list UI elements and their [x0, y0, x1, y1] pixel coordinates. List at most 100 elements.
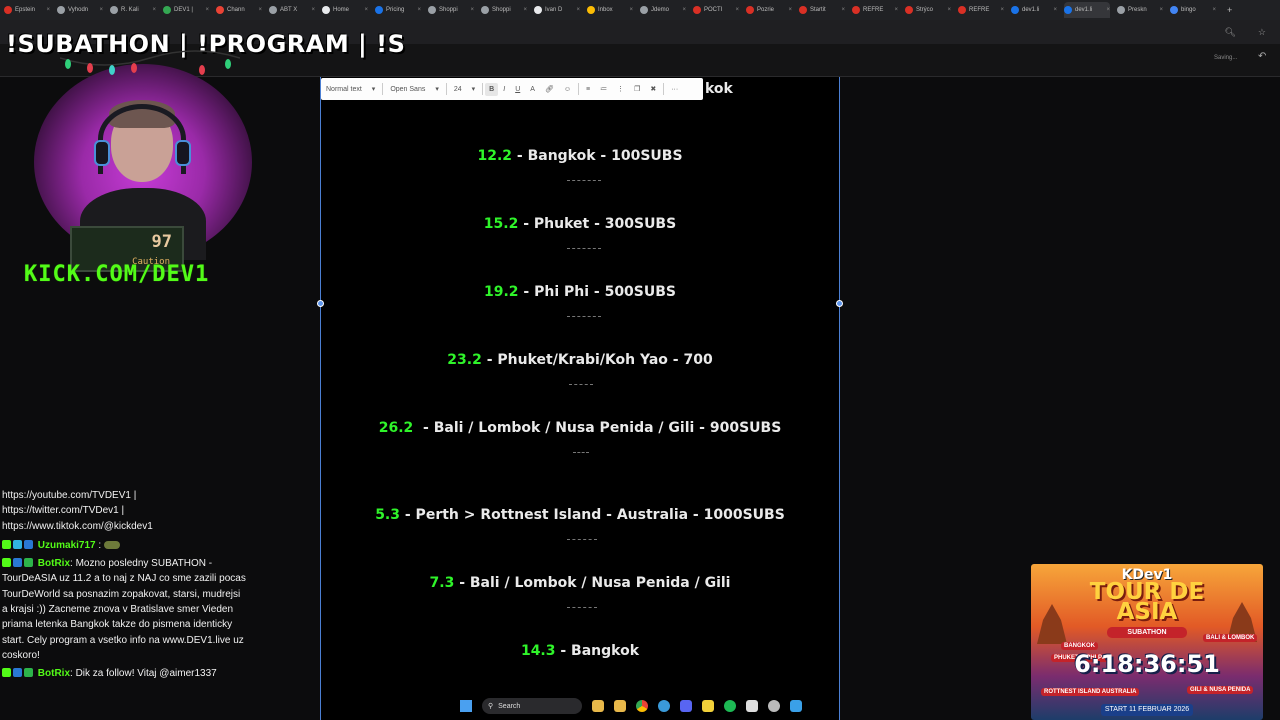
zoom-icon[interactable]: 🔍︎ — [1224, 27, 1235, 38]
browser-tab[interactable]: Chann × — [216, 2, 262, 18]
edge-icon[interactable] — [658, 700, 670, 712]
more-options-button[interactable]: ··· — [666, 86, 683, 93]
align-icon[interactable]: ≡ — [581, 86, 595, 93]
tab-close-icon[interactable]: × — [523, 7, 527, 13]
browser-tab[interactable]: REFRE × — [852, 2, 898, 18]
taskbar-search[interactable]: ⚲ Search — [482, 698, 582, 714]
entry-text: - Phuket/Krabi/Koh Yao - 700 — [481, 352, 713, 368]
app-icon[interactable] — [790, 700, 802, 712]
browser-tab[interactable]: DEV1 | × — [163, 2, 209, 18]
program-entry[interactable]: 19.2 - Phi Phi - 500SUBS — [321, 284, 839, 300]
notepad-icon[interactable] — [746, 700, 758, 712]
browser-tab[interactable]: Shoppi × — [481, 2, 527, 18]
tab-close-icon[interactable]: × — [894, 7, 898, 13]
delete-icon[interactable]: ✖ — [645, 85, 661, 93]
tab-close-icon[interactable]: × — [947, 7, 951, 13]
tab-close-icon[interactable]: × — [682, 7, 686, 13]
file-explorer-icon[interactable] — [592, 700, 604, 712]
browser-tab[interactable]: Pricing × — [375, 2, 421, 18]
tab-close-icon[interactable]: × — [205, 7, 209, 13]
program-entry[interactable]: 23.2 - Phuket/Krabi/Koh Yao - 700 — [321, 352, 839, 368]
browser-tab[interactable]: POCTI × — [693, 2, 739, 18]
program-entry[interactable]: 7.3 - Bali / Lombok / Nusa Penida / Gili — [321, 575, 839, 591]
browser-tab[interactable]: Vyhodn × — [57, 2, 103, 18]
tab-favicon-icon — [905, 6, 913, 14]
copy-icon[interactable]: ❐ — [629, 85, 645, 93]
tab-close-icon[interactable]: × — [841, 7, 845, 13]
link-icon[interactable]: 🔗︎ — [540, 85, 559, 93]
tab-close-icon[interactable]: × — [735, 7, 739, 13]
windows-start-icon[interactable] — [460, 700, 472, 712]
browser-tab[interactable]: Strýco × — [905, 2, 951, 18]
bookmark-star-icon[interactable]: ☆ — [1258, 27, 1266, 38]
divider — [569, 384, 593, 385]
tab-close-icon[interactable]: × — [1053, 7, 1057, 13]
browser-tab[interactable]: bingo × — [1170, 2, 1216, 18]
underline-button[interactable]: U — [510, 86, 525, 93]
browser-tab[interactable]: ABT X × — [269, 2, 315, 18]
tab-close-icon[interactable]: × — [1106, 7, 1110, 13]
divider — [573, 452, 589, 453]
folder-icon[interactable] — [614, 700, 626, 712]
chrome-icon[interactable] — [636, 700, 648, 712]
resize-handle-left[interactable] — [317, 300, 324, 307]
chat-username[interactable]: Uzumaki717 — [38, 540, 96, 551]
program-entry[interactable]: 12.2 - Bangkok - 100SUBS — [321, 148, 839, 164]
tab-close-icon[interactable]: × — [311, 7, 315, 13]
browser-tab[interactable]: Home × — [322, 2, 368, 18]
tab-close-icon[interactable]: × — [629, 7, 633, 13]
chat-username[interactable]: BotRix — [38, 668, 70, 679]
browser-tab[interactable]: Pozrie × — [746, 2, 792, 18]
tab-close-icon[interactable]: × — [576, 7, 580, 13]
browser-tab-active[interactable]: dev1.li × — [1064, 2, 1110, 18]
browser-tab[interactable]: Jdemo × — [640, 2, 686, 18]
chevron-down-icon[interactable]: ▾ — [367, 85, 381, 93]
tab-close-icon[interactable]: × — [152, 7, 156, 13]
paragraph-style-select[interactable]: Normal text — [321, 86, 367, 93]
browser-tab[interactable]: Inbox × — [587, 2, 633, 18]
font-select[interactable]: Open Sans — [385, 86, 430, 93]
chevron-down-icon[interactable]: ▾ — [430, 85, 444, 93]
tab-favicon-icon — [163, 6, 171, 14]
text-color-button[interactable]: A — [525, 86, 540, 93]
tab-close-icon[interactable]: × — [1000, 7, 1004, 13]
tab-close-icon[interactable]: × — [470, 7, 474, 13]
tab-close-icon[interactable]: × — [788, 7, 792, 13]
program-entry[interactable]: 5.3 - Perth > Rottnest Island - Australi… — [321, 507, 839, 523]
sticky-notes-icon[interactable] — [702, 700, 714, 712]
browser-tab[interactable]: Epstein × — [4, 2, 50, 18]
bold-button[interactable]: B — [485, 82, 499, 96]
tab-close-icon[interactable]: × — [1212, 7, 1216, 13]
emoji-icon[interactable]: ☺ — [559, 86, 576, 93]
browser-tab[interactable]: Ivan D × — [534, 2, 580, 18]
browser-tab[interactable]: Preskn × — [1117, 2, 1163, 18]
spotify-icon[interactable] — [724, 700, 736, 712]
tab-close-icon[interactable]: × — [417, 7, 421, 13]
browser-tab[interactable]: dev1.li × — [1011, 2, 1057, 18]
tab-close-icon[interactable]: × — [1159, 7, 1163, 13]
bulleted-list-icon[interactable]: ⋮ — [612, 85, 629, 93]
discord-icon[interactable] — [680, 700, 692, 712]
undo-icon[interactable]: ↶ — [1258, 51, 1266, 62]
browser-tab[interactable]: REFRE × — [958, 2, 1004, 18]
new-tab-button[interactable]: + — [1227, 5, 1232, 15]
numbered-list-icon[interactable]: ≔ — [595, 85, 612, 93]
resize-handle-right[interactable] — [836, 300, 843, 307]
browser-tab[interactable]: Shoppi × — [428, 2, 474, 18]
program-entry[interactable]: 14.3 - Bangkok — [321, 643, 839, 659]
settings-icon[interactable] — [768, 700, 780, 712]
italic-button[interactable]: I — [498, 86, 510, 93]
browser-tab[interactable]: Startit × — [799, 2, 845, 18]
tab-close-icon[interactable]: × — [46, 7, 50, 13]
browser-tab[interactable]: R. Kali × — [110, 2, 156, 18]
chevron-down-icon[interactable]: ▾ — [467, 85, 481, 93]
program-entry[interactable]: 26.2 - Bali / Lombok / Nusa Penida / Gil… — [321, 420, 839, 436]
tab-close-icon[interactable]: × — [258, 7, 262, 13]
font-size-select[interactable]: 24 — [449, 86, 467, 93]
chat-username[interactable]: BotRix — [38, 558, 70, 569]
promo-tag: ROTTNEST ISLAND AUSTRALIA — [1041, 688, 1140, 696]
document-page[interactable]: 12.2 - Bangkok - 100SUBS 15.2 - Phuket -… — [317, 77, 843, 720]
tab-close-icon[interactable]: × — [99, 7, 103, 13]
program-entry[interactable]: 15.2 - Phuket - 300SUBS — [321, 216, 839, 232]
tab-close-icon[interactable]: × — [364, 7, 368, 13]
